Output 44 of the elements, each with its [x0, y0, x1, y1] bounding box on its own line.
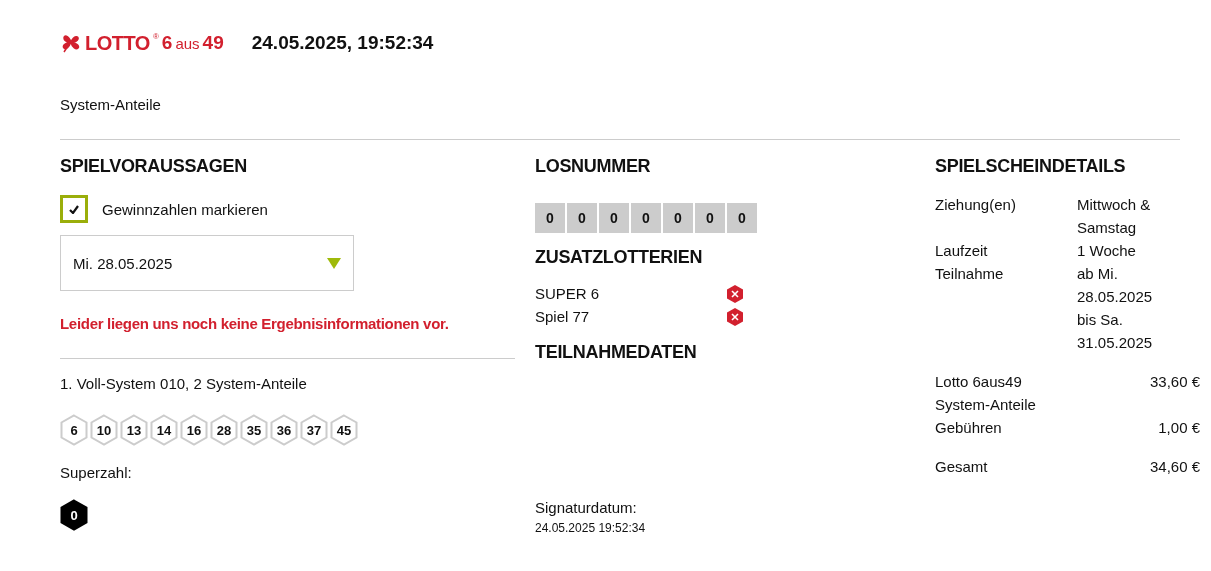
timestamp: 24.05.2025, 19:52:34 — [251, 32, 434, 54]
ticket-digit: 0 — [535, 203, 565, 233]
checkbox-label: Gewinnzahlen markieren — [102, 200, 268, 218]
detail-value: Mittwoch & Samstag — [1077, 195, 1152, 238]
cost-amount: 1,00 € — [1157, 418, 1200, 438]
detail-label: Ziehung(en) — [935, 195, 1017, 215]
ticket-digit: 0 — [663, 203, 693, 233]
section-heading: ZUSATZLOTTERIEN — [535, 247, 704, 268]
superzahl-label: Superzahl: — [60, 464, 133, 481]
detail-label: Laufzeit — [935, 241, 989, 261]
logo-text: 49 — [202, 32, 224, 54]
clover-icon — [60, 33, 82, 53]
system-title: 1. Voll-System 010, 2 System-Anteile — [60, 375, 308, 392]
signature-label: Signaturdatum: — [535, 499, 638, 516]
detail-label: Teilnahme — [935, 264, 1005, 284]
check-icon — [69, 204, 79, 214]
date-dropdown[interactable]: Mi. 28.05.2025 — [60, 235, 354, 291]
detail-value: ab Mi. 28.05.2025 bis Sa. 31.05.2025 — [1077, 264, 1154, 353]
lottery-name: Spiel 77 — [535, 307, 590, 327]
lottery-name: SUPER 6 — [535, 284, 600, 304]
cost-label: Lotto 6aus49 System-Anteile — [935, 372, 1037, 415]
registered-mark: ® — [152, 31, 159, 41]
section-heading: TEILNAHMEDATEN — [535, 342, 698, 363]
ticket-digit: 0 — [599, 203, 629, 233]
detail-value: 1 Woche — [1077, 241, 1137, 261]
cost-label: Gebühren — [935, 418, 1003, 438]
section-heading: SPIELSCHEINDETAILS — [935, 156, 1127, 177]
cost-amount: 33,60 € — [1149, 372, 1200, 392]
section-heading: LOSNUMMER — [535, 156, 652, 177]
total-label: Gesamt — [935, 457, 989, 477]
ticket-digit: 0 — [631, 203, 661, 233]
section-heading: SPIELVORAUSSAGEN — [60, 156, 248, 177]
ticket-digit: 0 — [727, 203, 757, 233]
total-amount: 34,60 € — [1149, 457, 1200, 477]
signature-date: 24.05.2025 19:52:34 — [535, 521, 647, 535]
page-subtitle: System-Anteile — [60, 96, 162, 113]
logo-text: LOTTO — [85, 31, 150, 55]
logo-text: aus — [175, 34, 200, 52]
logo-text: 6 — [161, 32, 173, 54]
ticket-digit: 0 — [695, 203, 725, 233]
checkbox[interactable] — [60, 195, 88, 223]
caret-icon — [327, 257, 341, 269]
error-message: Leider liegen uns noch keine Ergebnisinformationen vor. — [60, 315, 450, 332]
ticket-digit: 0 — [567, 203, 597, 233]
